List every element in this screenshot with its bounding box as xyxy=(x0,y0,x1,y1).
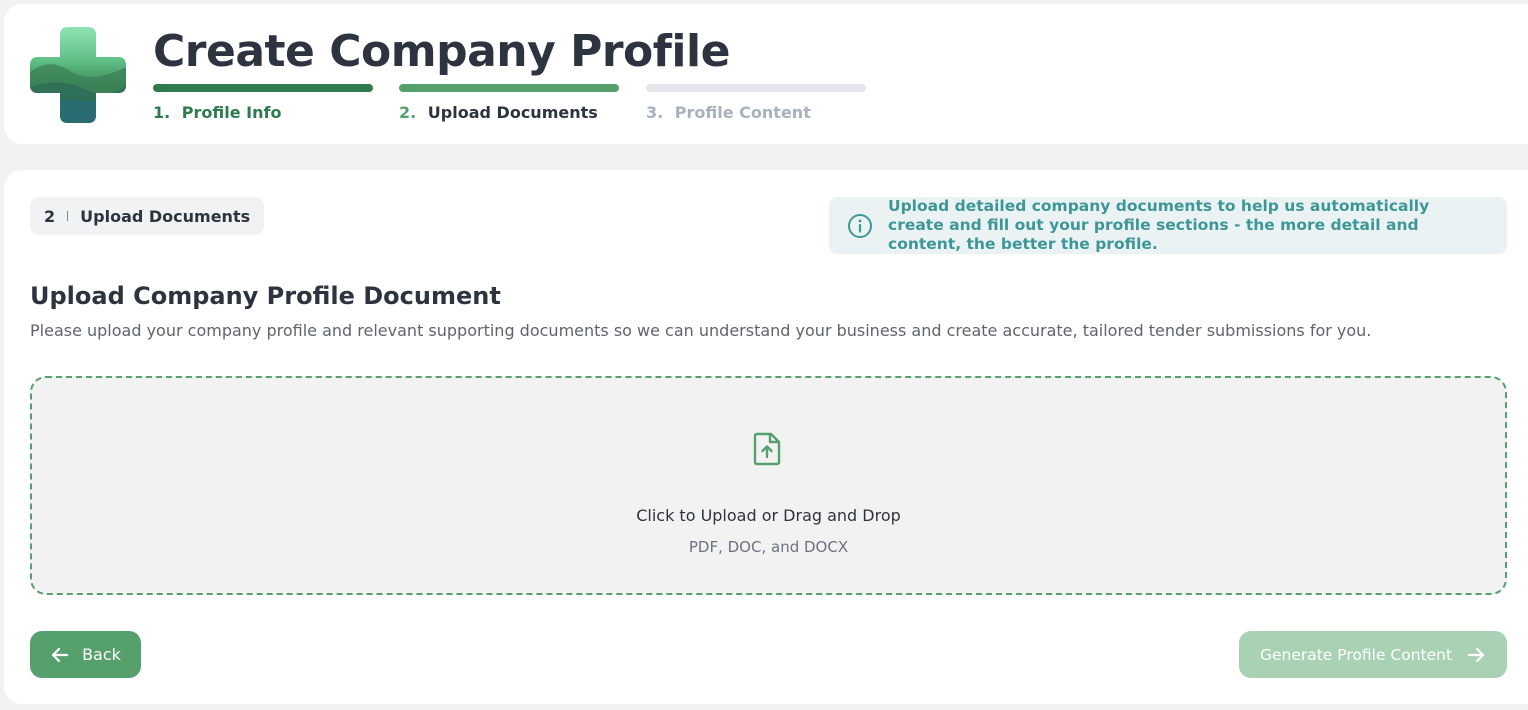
step-badge-number: 2 xyxy=(44,206,56,226)
generate-profile-content-button[interactable]: Generate Profile Content xyxy=(1239,631,1507,678)
arrow-left-icon xyxy=(51,647,69,662)
step-progress-bar xyxy=(399,84,619,92)
page-title: Create Company Profile xyxy=(153,26,730,77)
generate-button-label: Generate Profile Content xyxy=(1259,645,1453,664)
step-badge-label: Upload Documents xyxy=(80,206,251,226)
info-icon xyxy=(848,213,872,238)
info-callout: Upload detailed company documents to hel… xyxy=(829,197,1507,254)
file-dropzone[interactable]: Click to Upload or Drag and Drop PDF, DO… xyxy=(30,376,1507,595)
step-upload-documents[interactable]: 2. Upload Documents xyxy=(399,84,619,122)
step-profile-info[interactable]: 1. Profile Info xyxy=(153,84,373,122)
section-description: Please upload your company profile and r… xyxy=(30,321,1372,340)
step-progress-bar xyxy=(646,84,866,92)
header-card: Create Company Profile 1. Profile Info 2… xyxy=(4,4,1528,144)
step-progress-bar xyxy=(153,84,373,92)
step-label: Profile Content xyxy=(674,103,811,122)
logo xyxy=(30,27,126,123)
arrow-right-icon xyxy=(1467,647,1485,662)
step-number: 3. xyxy=(646,103,664,122)
step-profile-content: 3. Profile Content xyxy=(646,84,866,122)
main-card: 2 Upload Documents Upload detailed compa… xyxy=(4,170,1528,704)
badge-divider xyxy=(67,211,69,221)
section-title: Upload Company Profile Document xyxy=(30,282,501,310)
file-upload-icon xyxy=(753,432,781,466)
step-number: 2. xyxy=(399,103,417,122)
step-badge: 2 Upload Documents xyxy=(30,197,265,235)
dropzone-file-types: PDF, DOC, and DOCX xyxy=(688,538,849,556)
step-label: Upload Documents xyxy=(427,103,598,122)
step-number: 1. xyxy=(153,103,171,122)
back-button-label: Back xyxy=(82,645,121,664)
progress-stepper: 1. Profile Info 2. Upload Documents 3. P… xyxy=(153,84,873,124)
info-text: Upload detailed company documents to hel… xyxy=(888,197,1430,253)
back-button[interactable]: Back xyxy=(30,631,141,678)
dropzone-title: Click to Upload or Drag and Drop xyxy=(636,506,901,525)
step-label: Profile Info xyxy=(181,103,282,122)
